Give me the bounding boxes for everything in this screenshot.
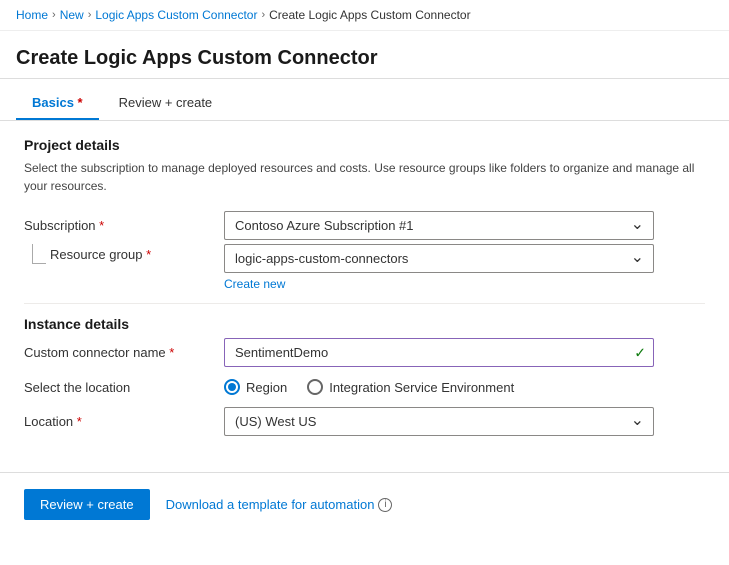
location-radio-group: Region Integration Service Environment [224,379,654,395]
info-icon: i [378,498,392,512]
breadcrumb-home[interactable]: Home [16,8,48,22]
breadcrumb-sep-3: › [261,9,265,21]
radio-ise-circle [307,379,323,395]
breadcrumb: Home › New › Logic Apps Custom Connector… [0,0,729,31]
section-divider-1 [24,303,705,304]
location-label: Location * [24,414,224,429]
breadcrumb-sep-1: › [52,9,56,21]
breadcrumb-sep-2: › [88,9,92,21]
location-control: (US) West US [224,407,654,436]
connector-name-input-wrap: ✓ [224,338,654,367]
connector-name-control: ✓ [224,338,654,367]
subscription-control: Contoso Azure Subscription #1 [224,211,654,240]
connector-name-label: Custom connector name * [24,345,224,360]
subscription-dropdown[interactable]: Contoso Azure Subscription #1 [224,211,654,240]
location-type-label: Select the location [24,380,224,395]
radio-region-circle [224,379,240,395]
breadcrumb-current: Create Logic Apps Custom Connector [269,8,470,22]
footer: Review + create Download a template for … [0,472,729,536]
indent-line [32,244,46,264]
project-details-description: Select the subscription to manage deploy… [24,159,705,195]
radio-region[interactable]: Region [224,379,287,395]
subscription-row: Subscription * Contoso Azure Subscriptio… [24,211,705,240]
review-create-button[interactable]: Review + create [24,489,150,520]
tab-bar: Basics * Review + create [0,87,729,121]
resource-group-label: Resource group * [50,247,151,262]
location-type-row: Select the location Region Integration S… [24,379,705,395]
location-type-control: Region Integration Service Environment [224,379,654,395]
instance-details-header: Instance details [24,316,705,332]
tab-review-create[interactable]: Review + create [103,87,229,120]
tab-basics[interactable]: Basics * [16,87,99,120]
subscription-label: Subscription * [24,218,224,233]
resource-group-dropdown-wrap: logic-apps-custom-connectors [224,244,654,273]
resource-group-dropdown[interactable]: logic-apps-custom-connectors [224,244,654,273]
project-details-header: Project details [24,137,705,153]
connector-name-input[interactable] [224,338,654,367]
radio-ise[interactable]: Integration Service Environment [307,379,514,395]
resource-group-label-wrap: Resource group * [24,244,224,264]
connector-name-row: Custom connector name * ✓ [24,338,705,367]
breadcrumb-new[interactable]: New [60,8,84,22]
breadcrumb-connector[interactable]: Logic Apps Custom Connector [95,8,257,22]
subscription-dropdown-wrap: Contoso Azure Subscription #1 [224,211,654,240]
location-row: Location * (US) West US [24,407,705,436]
resource-group-row: Resource group * logic-apps-custom-conne… [24,244,705,291]
check-icon: ✓ [634,344,646,361]
location-dropdown[interactable]: (US) West US [224,407,654,436]
location-dropdown-wrap: (US) West US [224,407,654,436]
download-template-link[interactable]: Download a template for automation i [166,497,393,512]
page-title: Create Logic Apps Custom Connector [0,31,729,79]
create-new-link[interactable]: Create new [224,277,285,291]
resource-group-control: logic-apps-custom-connectors Create new [224,244,654,291]
main-content: Project details Select the subscription … [0,121,729,464]
